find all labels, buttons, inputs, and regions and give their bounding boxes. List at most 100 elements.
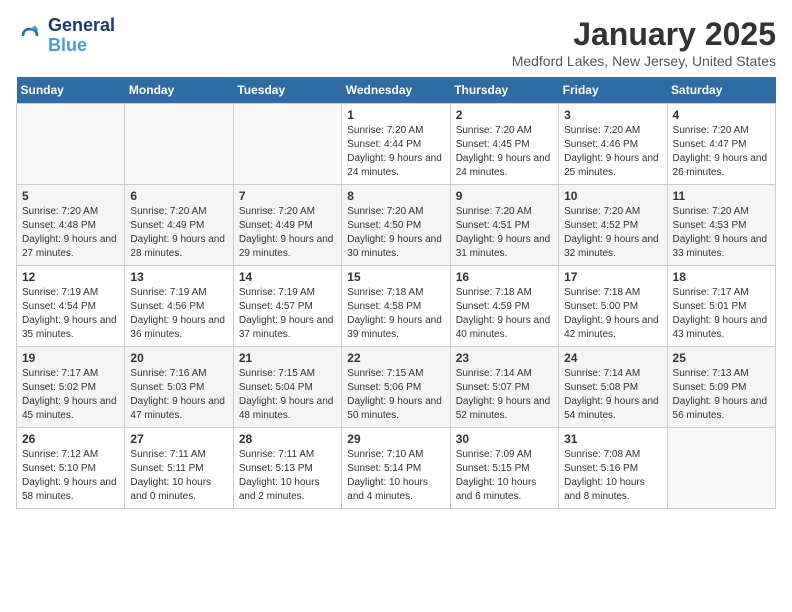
- calendar-cell: 5Sunrise: 7:20 AMSunset: 4:48 PMDaylight…: [17, 185, 125, 266]
- day-info: Sunrise: 7:19 AMSunset: 4:56 PMDaylight:…: [130, 286, 227, 342]
- day-info: Sunrise: 7:18 AMSunset: 5:00 PMDaylight:…: [564, 286, 661, 342]
- day-number: 29: [347, 432, 444, 446]
- calendar-cell: 22 Sunrise: 7:15 AMSunset: 5:06 PMDayligh…: [342, 347, 450, 428]
- day-number: 1: [347, 108, 444, 122]
- day-number: 17: [564, 270, 661, 284]
- day-number: 21: [239, 351, 336, 365]
- day-number: 2: [456, 108, 553, 122]
- day-header-monday: Monday: [125, 77, 233, 104]
- logo-text: General Blue: [48, 16, 115, 56]
- calendar-cell: 26 Sunrise: 7:12 AMSunset: 5:10 PMDayligh…: [17, 428, 125, 509]
- calendar-cell: 14Sunrise: 7:19 AMSunset: 4:57 PMDayligh…: [233, 266, 341, 347]
- day-number: 9: [456, 189, 553, 203]
- day-header-tuesday: Tuesday: [233, 77, 341, 104]
- day-number: 27: [130, 432, 227, 446]
- calendar-cell: 15 Sunrise: 7:18 AMSunset: 4:58 PMDayligh…: [342, 266, 450, 347]
- day-info: Sunrise: 7:13 AMSunset: 5:09 PMDaylight:…: [673, 367, 770, 423]
- calendar-table: SundayMondayTuesdayWednesdayThursdayFrid…: [16, 77, 776, 509]
- calendar-cell: 1 Sunrise: 7:20 AMSunset: 4:44 PMDaylight…: [342, 104, 450, 185]
- day-number: 7: [239, 189, 336, 203]
- day-number: 19: [22, 351, 119, 365]
- logo-icon: [16, 22, 44, 50]
- day-info: Sunrise: 7:15 AMSunset: 5:04 PMDaylight:…: [239, 367, 336, 423]
- day-info: Sunrise: 7:08 AMSunset: 5:16 PMDaylight:…: [564, 448, 661, 504]
- day-info: Sunrise: 7:18 AMSunset: 4:58 PMDaylight:…: [347, 286, 444, 342]
- day-info: Sunrise: 7:14 AMSunset: 5:08 PMDaylight:…: [564, 367, 661, 423]
- day-info: Sunrise: 7:09 AMSunset: 5:15 PMDaylight:…: [456, 448, 553, 504]
- day-number: 20: [130, 351, 227, 365]
- calendar-cell: 4 Sunrise: 7:20 AMSunset: 4:47 PMDaylight…: [667, 104, 775, 185]
- calendar-cell: 16Sunrise: 7:18 AMSunset: 4:59 PMDayligh…: [450, 266, 558, 347]
- day-number: 23: [456, 351, 553, 365]
- day-info: Sunrise: 7:16 AMSunset: 5:03 PMDaylight:…: [130, 367, 227, 423]
- calendar-cell: 2Sunrise: 7:20 AMSunset: 4:45 PMDaylight…: [450, 104, 558, 185]
- day-info: Sunrise: 7:20 AMSunset: 4:50 PMDaylight:…: [347, 205, 444, 261]
- calendar-cell: 25Sunrise: 7:13 AMSunset: 5:09 PMDayligh…: [667, 347, 775, 428]
- day-number: 4: [673, 108, 770, 122]
- day-header-friday: Friday: [559, 77, 667, 104]
- day-info: Sunrise: 7:17 AMSunset: 5:01 PMDaylight:…: [673, 286, 770, 342]
- calendar-cell: 11 Sunrise: 7:20 AMSunset: 4:53 PMDayligh…: [667, 185, 775, 266]
- day-info: Sunrise: 7:20 AMSunset: 4:44 PMDaylight:…: [347, 124, 444, 180]
- day-number: 10: [564, 189, 661, 203]
- logo: General Blue: [16, 16, 115, 56]
- day-number: 31: [564, 432, 661, 446]
- day-info: Sunrise: 7:12 AMSunset: 5:10 PMDaylight:…: [22, 448, 119, 504]
- day-number: 18: [673, 270, 770, 284]
- calendar-week-4: 19 Sunrise: 7:17 AMSunset: 5:02 PMDayligh…: [17, 347, 776, 428]
- day-info: Sunrise: 7:11 AMSunset: 5:11 PMDaylight:…: [130, 448, 227, 504]
- calendar-cell: 6 Sunrise: 7:20 AMSunset: 4:49 PMDaylight…: [125, 185, 233, 266]
- day-info: Sunrise: 7:18 AMSunset: 4:59 PMDaylight:…: [456, 286, 553, 342]
- calendar-header-row: SundayMondayTuesdayWednesdayThursdayFrid…: [17, 77, 776, 104]
- calendar-cell: 10 Sunrise: 7:20 AMSunset: 4:52 PMDayligh…: [559, 185, 667, 266]
- day-number: 3: [564, 108, 661, 122]
- page-header: General Blue January 2025 Medford Lakes,…: [16, 16, 776, 69]
- day-info: Sunrise: 7:14 AMSunset: 5:07 PMDaylight:…: [456, 367, 553, 423]
- calendar-week-5: 26 Sunrise: 7:12 AMSunset: 5:10 PMDayligh…: [17, 428, 776, 509]
- calendar-week-2: 5Sunrise: 7:20 AMSunset: 4:48 PMDaylight…: [17, 185, 776, 266]
- calendar-cell: 19 Sunrise: 7:17 AMSunset: 5:02 PMDayligh…: [17, 347, 125, 428]
- day-number: 12: [22, 270, 119, 284]
- calendar-title: January 2025: [512, 16, 776, 53]
- day-number: 6: [130, 189, 227, 203]
- day-info: Sunrise: 7:15 AMSunset: 5:06 PMDaylight:…: [347, 367, 444, 423]
- calendar-subtitle: Medford Lakes, New Jersey, United States: [512, 53, 776, 69]
- calendar-cell: 21 Sunrise: 7:15 AMSunset: 5:04 PMDayligh…: [233, 347, 341, 428]
- calendar-cell: 24Sunrise: 7:14 AMSunset: 5:08 PMDayligh…: [559, 347, 667, 428]
- day-info: Sunrise: 7:20 AMSunset: 4:51 PMDaylight:…: [456, 205, 553, 261]
- day-header-sunday: Sunday: [17, 77, 125, 104]
- day-info: Sunrise: 7:20 AMSunset: 4:49 PMDaylight:…: [130, 205, 227, 261]
- day-number: 22: [347, 351, 444, 365]
- calendar-cell: 27 Sunrise: 7:11 AMSunset: 5:11 PMDayligh…: [125, 428, 233, 509]
- day-info: Sunrise: 7:19 AMSunset: 4:54 PMDaylight:…: [22, 286, 119, 342]
- calendar-week-3: 12 Sunrise: 7:19 AMSunset: 4:54 PMDayligh…: [17, 266, 776, 347]
- day-info: Sunrise: 7:10 AMSunset: 5:14 PMDaylight:…: [347, 448, 444, 504]
- day-info: Sunrise: 7:20 AMSunset: 4:53 PMDaylight:…: [673, 205, 770, 261]
- day-number: 26: [22, 432, 119, 446]
- calendar-week-1: 1 Sunrise: 7:20 AMSunset: 4:44 PMDaylight…: [17, 104, 776, 185]
- day-info: Sunrise: 7:20 AMSunset: 4:49 PMDaylight:…: [239, 205, 336, 261]
- calendar-cell: [17, 104, 125, 185]
- calendar-cell: 7 Sunrise: 7:20 AMSunset: 4:49 PMDaylight…: [233, 185, 341, 266]
- calendar-cell: 8 Sunrise: 7:20 AMSunset: 4:50 PMDaylight…: [342, 185, 450, 266]
- title-area: January 2025 Medford Lakes, New Jersey, …: [512, 16, 776, 69]
- day-number: 8: [347, 189, 444, 203]
- day-info: Sunrise: 7:20 AMSunset: 4:46 PMDaylight:…: [564, 124, 661, 180]
- day-info: Sunrise: 7:20 AMSunset: 4:47 PMDaylight:…: [673, 124, 770, 180]
- day-info: Sunrise: 7:20 AMSunset: 4:48 PMDaylight:…: [22, 205, 119, 261]
- day-number: 15: [347, 270, 444, 284]
- day-number: 30: [456, 432, 553, 446]
- calendar-cell: 20 Sunrise: 7:16 AMSunset: 5:03 PMDayligh…: [125, 347, 233, 428]
- day-info: Sunrise: 7:11 AMSunset: 5:13 PMDaylight:…: [239, 448, 336, 504]
- day-info: Sunrise: 7:17 AMSunset: 5:02 PMDaylight:…: [22, 367, 119, 423]
- calendar-cell: 23 Sunrise: 7:14 AMSunset: 5:07 PMDayligh…: [450, 347, 558, 428]
- day-info: Sunrise: 7:20 AMSunset: 4:52 PMDaylight:…: [564, 205, 661, 261]
- calendar-cell: 3 Sunrise: 7:20 AMSunset: 4:46 PMDaylight…: [559, 104, 667, 185]
- calendar-cell: 9 Sunrise: 7:20 AMSunset: 4:51 PMDaylight…: [450, 185, 558, 266]
- day-number: 11: [673, 189, 770, 203]
- day-header-thursday: Thursday: [450, 77, 558, 104]
- day-number: 14: [239, 270, 336, 284]
- calendar-cell: 12 Sunrise: 7:19 AMSunset: 4:54 PMDayligh…: [17, 266, 125, 347]
- day-header-wednesday: Wednesday: [342, 77, 450, 104]
- calendar-cell: 30 Sunrise: 7:09 AMSunset: 5:15 PMDayligh…: [450, 428, 558, 509]
